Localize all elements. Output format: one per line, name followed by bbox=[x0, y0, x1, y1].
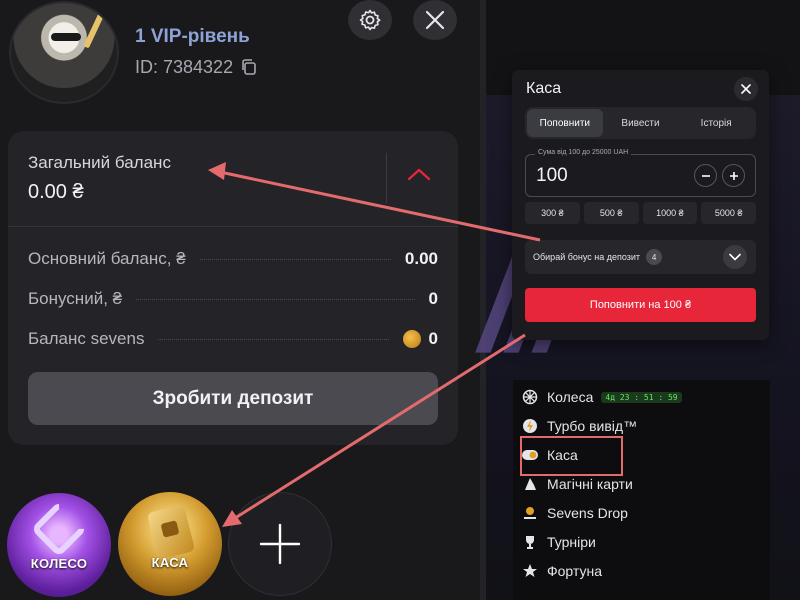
plus-icon bbox=[259, 523, 301, 565]
add-widget-button[interactable] bbox=[228, 492, 332, 596]
main-balance-label: Основний баланс, ₴ bbox=[28, 249, 186, 268]
bonus-count-badge: 4 bbox=[646, 249, 663, 265]
gear-icon bbox=[359, 9, 381, 31]
increase-amount-button[interactable] bbox=[722, 164, 745, 187]
popup-title: Каса bbox=[526, 80, 562, 97]
dotted-leader bbox=[158, 338, 389, 340]
plus-icon bbox=[729, 171, 738, 180]
wizard-hat-icon bbox=[521, 475, 539, 493]
total-balance-label: Загальний баланс bbox=[28, 153, 171, 172]
lightning-icon bbox=[521, 417, 539, 435]
bonus-label: Обирай бонус на депозит bbox=[533, 252, 641, 262]
total-balance-value: 0.00 ₴ bbox=[28, 181, 84, 203]
amount-hint: Сума від 100 до 25000 UAH bbox=[535, 149, 632, 156]
preset-amount-button[interactable]: 5000 ₴ bbox=[701, 202, 756, 224]
vip-level[interactable]: 1 VIP-рівень bbox=[135, 26, 250, 48]
amount-value[interactable]: 100 bbox=[536, 165, 568, 187]
annotation-highlight-box bbox=[520, 436, 623, 476]
star-icon bbox=[521, 562, 539, 580]
coin-hand-icon bbox=[521, 504, 539, 522]
bonus-selector[interactable]: Обирай бонус на депозит 4 bbox=[525, 240, 756, 274]
menu-item-label: Колеса bbox=[547, 389, 594, 405]
cash-widget[interactable]: КАСА bbox=[118, 492, 222, 596]
bonus-balance-label: Бонусний, ₴ bbox=[28, 289, 123, 308]
tab-history[interactable]: Історія bbox=[678, 109, 754, 137]
preset-amount-button[interactable]: 500 ₴ bbox=[583, 202, 639, 224]
popup-close-button[interactable] bbox=[734, 77, 758, 101]
divider bbox=[386, 153, 387, 203]
menu-item-label: Sevens Drop bbox=[547, 505, 628, 521]
minus-icon bbox=[701, 174, 710, 177]
sevens-balance-label: Баланс sevens bbox=[28, 329, 145, 348]
menu-item-sevens-drop[interactable]: Sevens Drop bbox=[521, 501, 628, 525]
chevron-down-icon bbox=[729, 253, 741, 261]
close-icon bbox=[741, 84, 751, 94]
divider bbox=[8, 226, 458, 227]
cash-widget-label: КАСА bbox=[151, 555, 189, 570]
wheel-widget-label: КОЛЕСО bbox=[30, 556, 88, 571]
preset-amount-button[interactable]: 1000 ₴ bbox=[642, 202, 698, 224]
tab-deposit[interactable]: Поповнити bbox=[527, 109, 603, 137]
wheel-icon bbox=[521, 388, 539, 406]
menu-item-turbo-withdraw[interactable]: Турбо вивід™ bbox=[521, 414, 637, 438]
avatar[interactable] bbox=[9, 1, 119, 104]
menu-item-label: Фортуна bbox=[547, 563, 602, 579]
menu-item-label: Турбо вивід™ bbox=[547, 418, 638, 434]
amount-input[interactable]: Сума від 100 до 25000 UAH 100 bbox=[525, 149, 756, 197]
user-id: ID: 7384322 bbox=[135, 57, 234, 77]
balance-panel: 1 VIP-рівень ID: 7384322 Загальний балан… bbox=[0, 0, 480, 600]
sevens-balance-row: Баланс sevens 0 bbox=[28, 328, 438, 350]
topup-button[interactable]: Поповнити на 100 ₴ bbox=[525, 288, 756, 322]
preset-amount-button[interactable]: 300 ₴ bbox=[525, 202, 580, 224]
dotted-leader bbox=[199, 258, 391, 260]
chevron-up-icon[interactable] bbox=[406, 165, 432, 183]
menu-item-wheels[interactable]: Колеса 4д 23 : 51 : 59 bbox=[521, 385, 682, 409]
avatar-glasses bbox=[51, 33, 81, 41]
decrease-amount-button[interactable] bbox=[694, 164, 717, 187]
trophy-icon bbox=[521, 533, 539, 551]
menu-item-label: Турніри bbox=[547, 534, 596, 550]
menu-item-label: Магічні карти bbox=[547, 476, 633, 492]
deposit-button[interactable]: Зробити депозит bbox=[28, 372, 438, 425]
sevens-balance-value: 0 bbox=[428, 329, 438, 348]
balance-card: Загальний баланс 0.00 ₴ Основний баланс,… bbox=[8, 131, 458, 445]
wheel-timer-badge: 4д 23 : 51 : 59 bbox=[601, 391, 682, 403]
widgets-menu: Колеса 4д 23 : 51 : 59 Турбо вивід™ Каса… bbox=[513, 380, 770, 600]
menu-item-tournaments[interactable]: Турніри bbox=[521, 530, 596, 554]
close-button[interactable] bbox=[413, 0, 457, 40]
sevens-coin-icon bbox=[402, 330, 421, 348]
amount-presets: 300 ₴ 500 ₴ 1000 ₴ 5000 ₴ bbox=[525, 202, 756, 224]
settings-button[interactable] bbox=[348, 0, 392, 40]
main-balance-row: Основний баланс, ₴ 0.00 bbox=[28, 248, 438, 270]
cash-tabs: Поповнити Вивести Історія bbox=[525, 107, 756, 139]
cash-popup: Каса Поповнити Вивести Історія Сума від … bbox=[512, 70, 769, 340]
bonus-expand-button[interactable] bbox=[723, 245, 747, 269]
close-icon bbox=[425, 10, 445, 30]
main-balance-value: 0.00 bbox=[404, 249, 438, 268]
copy-icon[interactable] bbox=[240, 58, 258, 76]
dotted-leader bbox=[136, 298, 415, 300]
menu-item-fortune[interactable]: Фортуна bbox=[521, 559, 602, 583]
wheel-widget[interactable]: КОЛЕСО bbox=[7, 493, 111, 597]
bonus-balance-row: Бонусний, ₴ 0 bbox=[28, 288, 438, 310]
bonus-balance-value: 0 bbox=[428, 289, 438, 308]
avatar-lightning-bolt bbox=[83, 11, 105, 49]
wheel-emblem-icon bbox=[30, 500, 88, 558]
tab-withdraw[interactable]: Вивести bbox=[603, 109, 679, 137]
